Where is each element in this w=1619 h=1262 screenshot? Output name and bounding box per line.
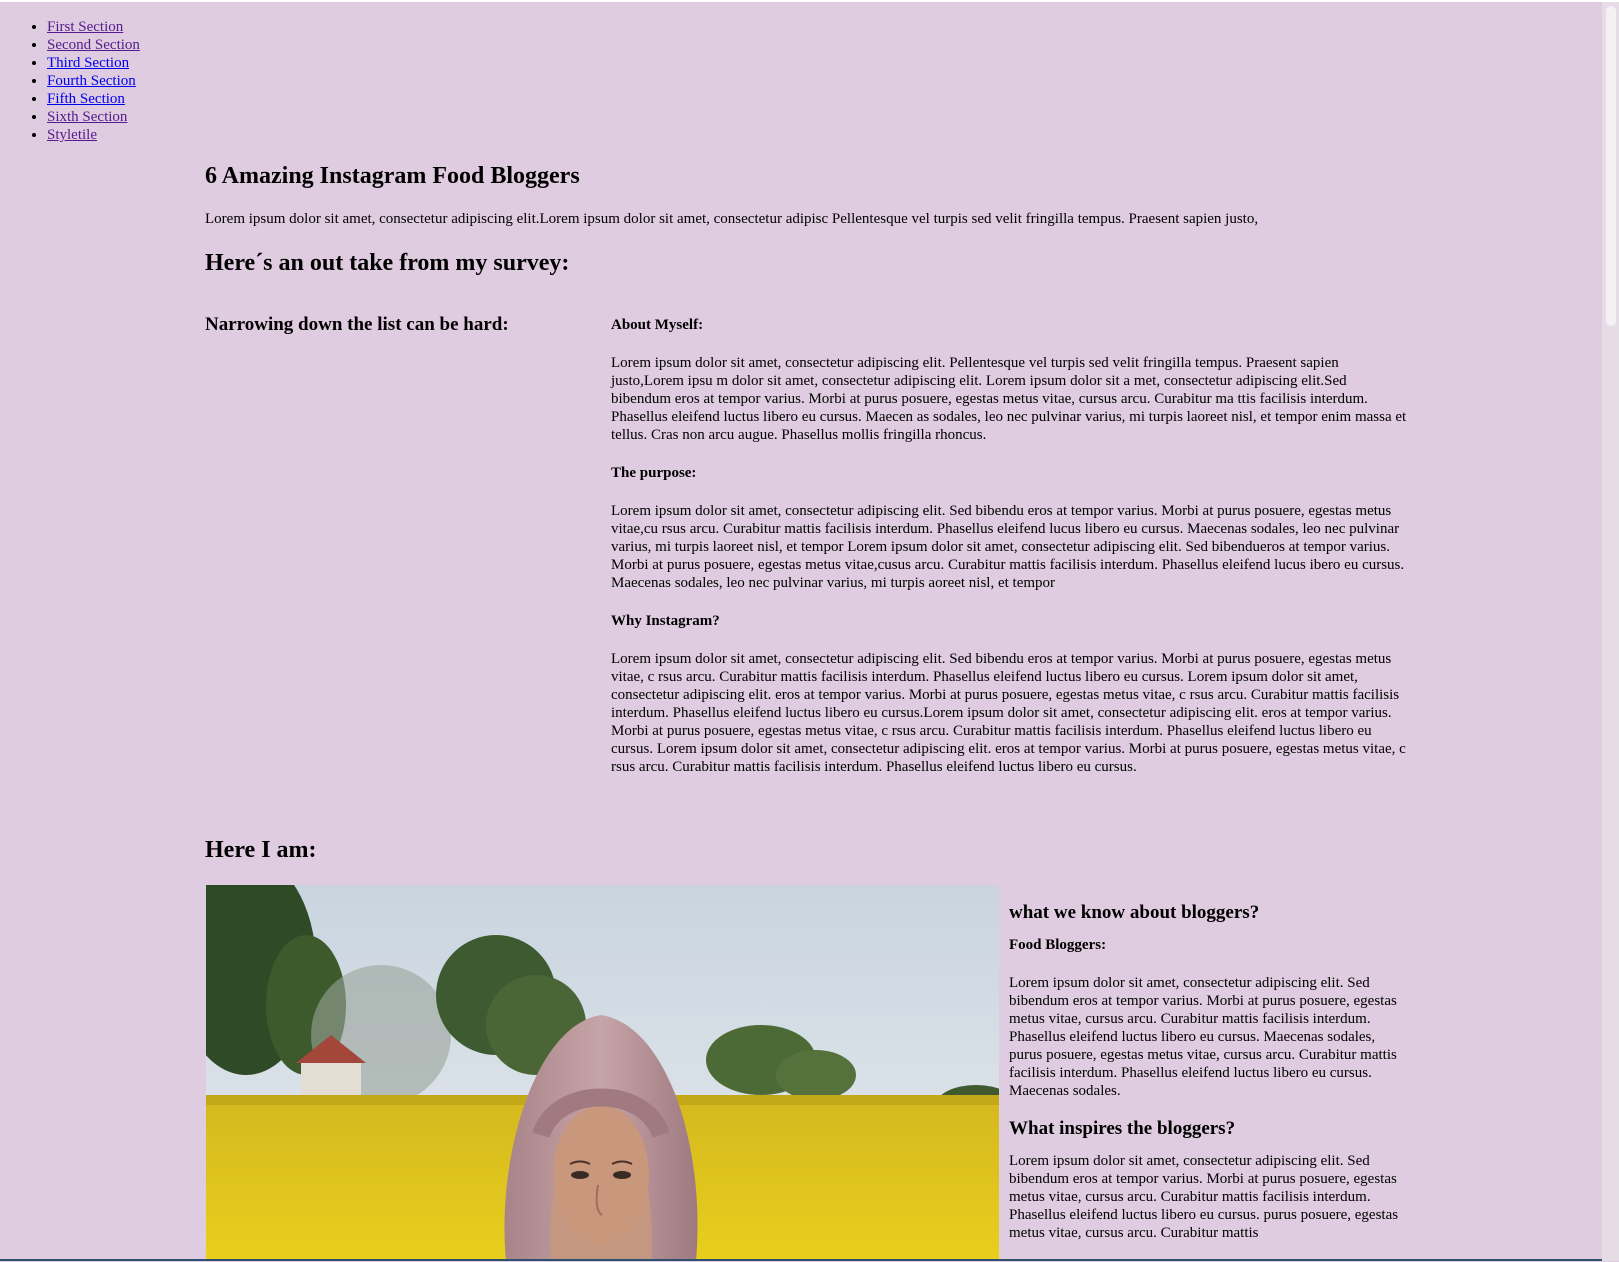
nav-link-sixth-section[interactable]: Sixth Section bbox=[47, 109, 127, 125]
why-instagram-text: Lorem ipsum dolor sit amet, consectetur … bbox=[611, 651, 1406, 775]
nav-link-first-section[interactable]: First Section bbox=[47, 19, 123, 35]
why-instagram-heading: Why Instagram? bbox=[611, 613, 720, 629]
bloggers-column: what we know about bloggers? Food Blogge… bbox=[1009, 902, 1409, 1262]
food-bloggers-text: Lorem ipsum dolor sit amet, consectetur … bbox=[1009, 975, 1397, 1099]
nav-item: Second Section bbox=[47, 36, 140, 54]
what-inspires-heading: What inspires the bloggers? bbox=[1009, 1118, 1236, 1139]
nav-link-second-section[interactable]: Second Section bbox=[47, 37, 140, 53]
nav-link-fourth-section[interactable]: Fourth Section bbox=[47, 73, 136, 89]
portrait-photo bbox=[206, 885, 999, 1261]
narrowing-heading: Narrowing down the list can be hard: bbox=[205, 314, 509, 335]
nav-link-styletile[interactable]: Styletile bbox=[47, 127, 97, 143]
survey-column: About Myself: Lorem ipsum dolor sit amet… bbox=[611, 316, 1407, 796]
intro-paragraph: Lorem ipsum dolor sit amet, consectetur … bbox=[205, 211, 1259, 227]
scrollbar-thumb[interactable] bbox=[1606, 6, 1616, 326]
nav-link-fifth-section[interactable]: Fifth Section bbox=[47, 91, 125, 107]
nav-item: Sixth Section bbox=[47, 108, 140, 126]
nav-item: Styletile bbox=[47, 126, 140, 144]
what-we-know-heading: what we know about bloggers? bbox=[1009, 902, 1260, 923]
food-bloggers-heading: Food Bloggers: bbox=[1009, 937, 1107, 953]
purpose-heading: The purpose: bbox=[611, 465, 697, 481]
about-myself-text: Lorem ipsum dolor sit amet, consectetur … bbox=[611, 355, 1407, 443]
vertical-scrollbar[interactable] bbox=[1602, 2, 1619, 1261]
survey-heading: Here´s an out take from my survey: bbox=[205, 250, 570, 276]
nav-item: Fifth Section bbox=[47, 90, 140, 108]
section-nav: First Section Second Section Third Secti… bbox=[0, 18, 140, 144]
page-title: 6 Amazing Instagram Food Bloggers bbox=[205, 163, 580, 189]
nav-item: First Section bbox=[47, 18, 140, 36]
window-top-edge bbox=[0, 0, 1619, 2]
nav-item: Third Section bbox=[47, 54, 140, 72]
nav-item: Fourth Section bbox=[47, 72, 140, 90]
purpose-text: Lorem ipsum dolor sit amet, consectetur … bbox=[611, 503, 1405, 591]
here-i-am-heading: Here I am: bbox=[205, 837, 317, 863]
nav-link-third-section[interactable]: Third Section bbox=[47, 55, 129, 71]
what-inspires-text: Lorem ipsum dolor sit amet, consectetur … bbox=[1009, 1153, 1399, 1241]
about-myself-heading: About Myself: bbox=[611, 317, 704, 333]
